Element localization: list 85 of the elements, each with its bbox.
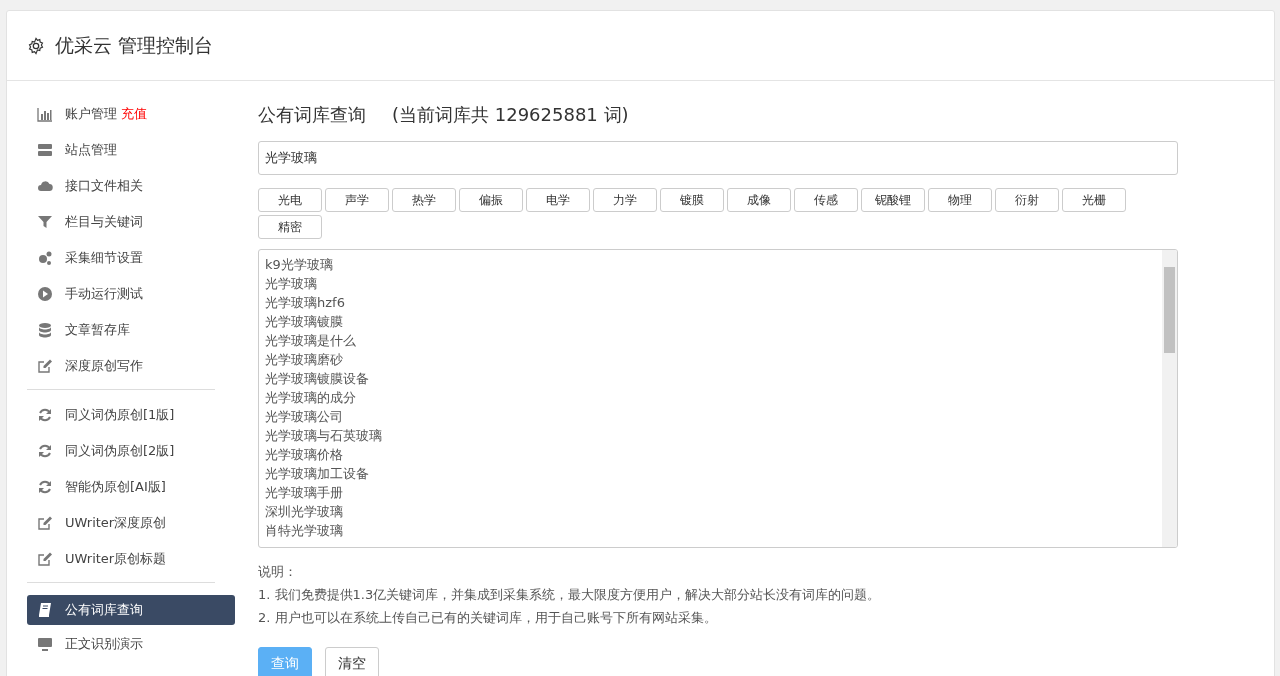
sidebar-item[interactable]: 账户管理 充值	[27, 101, 235, 127]
refresh-icon	[37, 407, 53, 423]
word-count: (当前词库共 129625881 词)	[392, 103, 629, 127]
results-box[interactable]: k9光学玻璃 光学玻璃 光学玻璃hzf6 光学玻璃镀膜 光学玻璃是什么 光学玻璃磨砂 光学玻璃镀膜设备 光学玻璃的成分 光学玻璃公司 光学玻璃与石英玻璃 光学玻璃价格 光学玻璃加工设备 光学玻璃手册 深圳光学玻璃 肖特光学玻璃	[258, 249, 1178, 548]
edit-icon	[37, 551, 53, 567]
sidebar-label: 采集细节设置	[65, 249, 143, 267]
result-item: 光学玻璃是什么	[265, 332, 357, 350]
cloud-icon	[37, 178, 53, 194]
result-item: 光学玻璃	[265, 275, 318, 293]
refresh-icon	[37, 479, 53, 495]
tag-button[interactable]: 精密	[258, 215, 322, 239]
page-title: 公有词库查询	[258, 103, 366, 127]
result-item: 光学玻璃镀膜	[265, 313, 344, 331]
sidebar-label: 账户管理	[65, 105, 117, 123]
sidebar-item[interactable]: UWriter原创标题	[27, 546, 235, 572]
result-item: 光学玻璃镀膜设备	[265, 370, 370, 388]
sidebar-item[interactable]: UWriter深度原创	[27, 510, 235, 536]
sidebar-item[interactable]: 同义词伪原创[1版]	[27, 402, 235, 428]
sidebar-label: 同义词伪原创[2版]	[65, 442, 175, 460]
play-icon	[37, 286, 53, 302]
tag-button[interactable]: 热学	[392, 188, 456, 212]
sidebar-label: 站点管理	[65, 141, 117, 159]
sidebar-item[interactable]: 接口文件相关	[27, 173, 235, 199]
tag-button[interactable]: 衍射	[995, 188, 1059, 212]
sidebar-label: UWriter原创标题	[65, 550, 167, 568]
chart-icon	[37, 106, 53, 122]
sidebar-item[interactable]: 手动运行测试	[27, 281, 235, 307]
server-icon	[37, 142, 53, 158]
tag-button[interactable]: 成像	[727, 188, 791, 212]
sidebar-item[interactable]: 正文识别演示	[27, 631, 235, 657]
note-text: 2. 用户也可以在系统上传自己已有的关键词库，用于自己账号下所有网站采集。	[258, 609, 718, 627]
tag-button[interactable]: 传感	[794, 188, 858, 212]
sidebar-label: UWriter深度原创	[65, 514, 167, 532]
result-item: 光学玻璃的成分	[265, 389, 357, 407]
search-field[interactable]: 光学玻璃	[258, 141, 1178, 175]
result-item: 光学玻璃磨砂	[265, 351, 344, 369]
monitor-icon	[37, 636, 53, 652]
tag-button[interactable]: 偏振	[459, 188, 523, 212]
tag-button[interactable]: 物理	[928, 188, 992, 212]
sidebar-item[interactable]: 深度原创写作	[27, 353, 235, 379]
sidebar-label: 文章暂存库	[65, 321, 130, 339]
result-item: 肖特光学玻璃	[265, 522, 344, 540]
sidebar-item[interactable]: 文章暂存库	[27, 317, 235, 343]
result-item: 光学玻璃手册	[265, 484, 344, 502]
tag-button[interactable]: 光栅	[1062, 188, 1126, 212]
result-item: 光学玻璃价格	[265, 446, 344, 464]
tag-button[interactable]: 力学	[593, 188, 657, 212]
tag-button[interactable]: 声学	[325, 188, 389, 212]
result-item: 光学玻璃与石英玻璃	[265, 427, 383, 445]
clear-button[interactable]: 清空	[325, 647, 379, 676]
sidebar-label: 接口文件相关	[65, 177, 143, 195]
edit-icon	[37, 358, 53, 374]
edit-icon	[37, 515, 53, 531]
database-icon	[37, 322, 53, 338]
sidebar-label: 深度原创写作	[65, 357, 143, 375]
sidebar-label: 栏目与关键词	[65, 213, 143, 231]
result-item: 光学玻璃公司	[265, 408, 344, 426]
tag-button[interactable]: 铌酸锂	[861, 188, 925, 212]
sidebar-item[interactable]: 公有词库查询	[27, 595, 235, 625]
sidebar-label: 手动运行测试	[65, 285, 143, 303]
tag-button[interactable]: 电学	[526, 188, 590, 212]
book-icon	[37, 602, 53, 618]
console-title: 优采云 管理控制台	[55, 32, 214, 58]
result-item: 深圳光学玻璃	[265, 503, 344, 521]
sidebar-item[interactable]: 采集细节设置	[27, 245, 235, 271]
result-item: 光学玻璃加工设备	[265, 465, 370, 483]
sidebar-item[interactable]: 同义词伪原创[2版]	[27, 438, 235, 464]
settings-icon	[27, 36, 45, 55]
notes-title: 说明：	[258, 563, 298, 581]
tag-button[interactable]: 镀膜	[660, 188, 724, 212]
result-item: 光学玻璃hzf6	[265, 294, 346, 312]
tag-button[interactable]: 光电	[258, 188, 322, 212]
sidebar-label: 正文识别演示	[65, 635, 143, 653]
result-item: k9光学玻璃	[265, 256, 334, 274]
scrollbar[interactable]	[1162, 250, 1177, 547]
sidebar-label: 同义词伪原创[1版]	[65, 406, 175, 424]
sidebar-item[interactable]: 站点管理	[27, 137, 235, 163]
recharge-link[interactable]: 充值	[121, 105, 147, 123]
sidebar-item[interactable]: 栏目与关键词	[27, 209, 235, 235]
refresh-icon	[37, 443, 53, 459]
sidebar-item[interactable]: 智能伪原创[AI版]	[27, 474, 235, 500]
filter-icon	[37, 214, 53, 230]
sidebar-label: 智能伪原创[AI版]	[65, 478, 166, 496]
note-text: 1. 我们免费提供1.3亿关键词库，并集成到采集系统，最大限度方便用户，解决大部分站长没有词库的问题。	[258, 586, 882, 604]
sidebar-label: 公有词库查询	[65, 601, 143, 619]
